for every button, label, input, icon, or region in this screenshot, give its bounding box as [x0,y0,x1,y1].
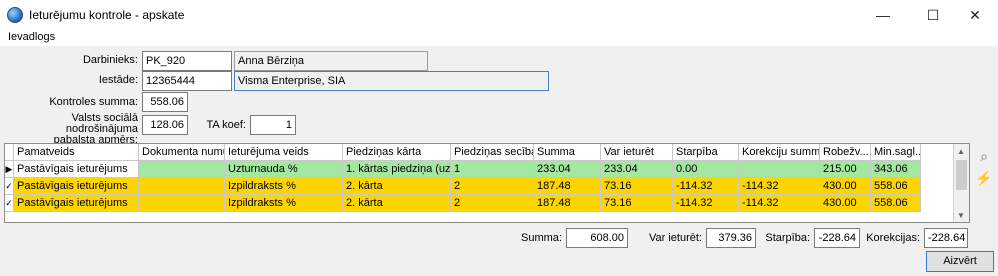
employee-code-field[interactable]: PK_920 [142,51,232,71]
cell-min-sagl[interactable]: 343.06 [871,161,921,178]
column-header-pamatveids[interactable]: Pamatveids [14,144,139,161]
can-withhold-label: Var ieturēt: [649,232,702,244]
difference-field: -228.64 [814,228,860,248]
cell-korekciju-summa[interactable]: -114.32 [739,195,820,212]
scroll-up-icon[interactable]: ▲ [957,147,965,156]
cell-var-ieturet[interactable]: 73.16 [601,178,673,195]
close-window-button[interactable]: ✕ [952,0,998,30]
cell-korekciju-summa[interactable]: -114.32 [739,178,820,195]
close-button[interactable]: Aizvērt [926,251,994,272]
cell-var-ieturet[interactable]: 73.16 [601,195,673,212]
minimize-button[interactable]: — [860,0,906,30]
benefit-label: Valsts sociālā nodrošinājuma pabalsta ap… [2,113,138,146]
column-header-starpiba[interactable]: Starpība [673,144,739,161]
institution-code-field[interactable]: 12365444 [142,71,232,91]
cell-summa[interactable]: 187.48 [534,178,601,195]
grid-vertical-scrollbar[interactable]: ▲ ▼ [953,144,969,222]
cell-starpiba[interactable]: -114.32 [673,195,739,212]
cell-ieturejuma-veids[interactable]: Izpildraksts % [225,195,343,212]
menu-bar: Ievadlogs [0,30,998,46]
difference-label: Starpība: [765,232,810,244]
column-header-min-sagl[interactable]: Min.sagl... [871,144,921,161]
menu-item-ievadlogs[interactable]: Ievadlogs [8,31,55,43]
title-bar: Ieturējumu kontrole - apskate — ☐ ✕ [0,0,998,30]
sum-label: Summa: [521,232,562,244]
cell-dokumenta-numurs[interactable] [139,178,225,195]
cell-ieturejuma-veids[interactable]: Uzturnauda % [225,161,343,178]
column-header-dokumenta-numurs[interactable]: Dokumenta numurs [139,144,225,161]
column-header-var-ieturet[interactable]: Var ieturēt [601,144,673,161]
column-header-ieturejuma-veids[interactable]: Ieturējuma veids [225,144,343,161]
cell-starpiba[interactable]: -114.32 [673,178,739,195]
ta-coef-label: TA koef: [206,119,246,131]
checkmark-icon: ✓ [5,178,14,195]
app-globe-icon [7,7,23,23]
cell-robezv[interactable]: 215.00 [820,161,871,178]
institution-name-field: Visma Enterprise, SIA [234,71,549,91]
cell-robezv[interactable]: 430.00 [820,178,871,195]
column-header-korekciju-summa[interactable]: Korekciju summa [739,144,820,161]
maximize-button[interactable]: ☐ [910,0,956,30]
cell-dokumenta-numurs[interactable] [139,161,225,178]
table-row[interactable]: ✓ Pastāvīgais ieturējums Izpildraksts % 2. … [5,178,953,195]
cell-var-ieturet[interactable]: 233.04 [601,161,673,178]
cell-korekciju-summa[interactable] [739,161,820,178]
corrections-label: Korekcijas: [866,232,920,244]
cell-piedzinas-karta[interactable]: 2. kārta [343,178,451,195]
current-row-indicator-icon: ▶ [5,161,14,178]
binoculars-icon[interactable]: ⌕ [975,148,993,166]
sum-field: 608.00 [566,228,628,248]
scroll-down-icon[interactable]: ▼ [957,211,965,220]
cell-piedzinas-seciba[interactable]: 2 [451,178,534,195]
cell-summa[interactable]: 233.04 [534,161,601,178]
cell-piedzinas-seciba[interactable]: 1 [451,161,534,178]
lightning-icon[interactable]: ⚡ [975,170,993,188]
cell-dokumenta-numurs[interactable] [139,195,225,212]
employee-label: Darbinieks: [82,54,138,66]
cell-starpiba[interactable]: 0.00 [673,161,739,178]
benefit-amount-field[interactable]: 128.06 [142,115,188,135]
window-title: Ieturējumu kontrole - apskate [29,8,185,22]
ta-coef-field[interactable]: 1 [250,115,296,135]
institution-label: Iestāde: [98,74,138,86]
table-row[interactable]: ✓ Pastāvīgais ieturējums Izpildraksts % 2. … [5,195,953,212]
column-header-summa[interactable]: Summa [534,144,601,161]
column-header-piedzinas-seciba[interactable]: Piedziņas secība [451,144,534,161]
withholdings-grid[interactable]: PamatveidsDokumenta numursIeturējuma vei… [4,143,970,223]
checkmark-icon: ✓ [5,195,14,212]
cell-pamatveids[interactable]: Pastāvīgais ieturējums [14,195,139,212]
cell-piedzinas-seciba[interactable]: 2 [451,195,534,212]
grid-header: PamatveidsDokumenta numursIeturējuma vei… [5,144,953,161]
cell-pamatveids[interactable]: Pastāvīgais ieturējums [14,178,139,195]
cell-min-sagl[interactable]: 558.06 [871,178,921,195]
column-header-piedzinas-karta[interactable]: Piedziņas kārta [343,144,451,161]
cell-piedzinas-karta[interactable]: 2. kārta [343,195,451,212]
benefit-label-line1: Valsts sociālā nodrošinājuma [65,112,138,135]
cell-robezv[interactable]: 430.00 [820,195,871,212]
control-sum-field[interactable]: 558.06 [142,92,188,112]
table-row[interactable]: ▶ Pastāvīgais ieturējums Uzturnauda % 1. kā… [5,161,953,178]
control-sum-label: Kontroles summa: [49,96,138,108]
column-header-robezv[interactable]: Robežv... [820,144,871,161]
corrections-field: -228.64 [924,228,968,248]
cell-piedzinas-karta[interactable]: 1. kārtas piedziņa (uztur [343,161,451,178]
scroll-thumb[interactable] [956,160,967,190]
cell-min-sagl[interactable]: 558.06 [871,195,921,212]
employee-name-field: Anna Bērziņa [234,51,428,71]
cell-summa[interactable]: 187.48 [534,195,601,212]
cell-pamatveids[interactable]: Pastāvīgais ieturējums [14,161,139,178]
header-corner [5,144,14,161]
cell-ieturejuma-veids[interactable]: Izpildraksts % [225,178,343,195]
can-withhold-field: 379.36 [706,228,756,248]
